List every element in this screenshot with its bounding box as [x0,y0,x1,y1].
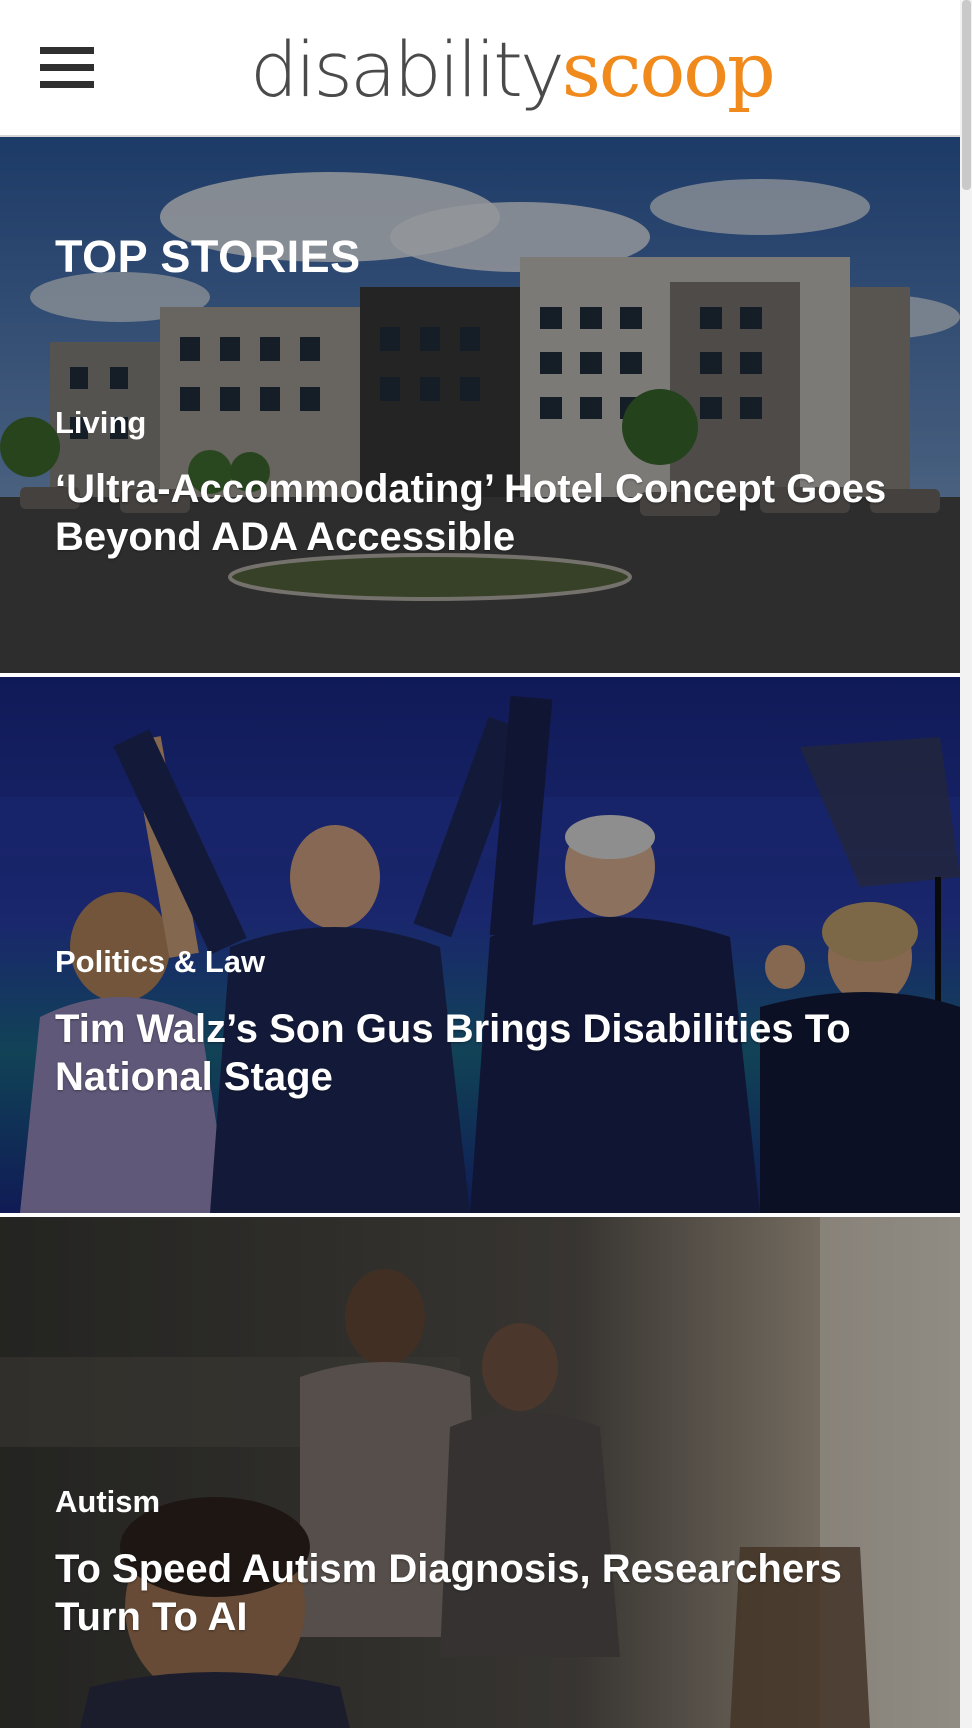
site-logo[interactable]: disabilityscoop [250,22,776,118]
scrollbar-thumb[interactable] [962,0,971,190]
story-category[interactable]: Autism [55,1484,160,1520]
story-headline[interactable]: Tim Walz’s Son Gus Brings Disabilities T… [55,1005,915,1101]
scrollbar[interactable] [960,0,972,1728]
logo-text-disability: disability [250,25,565,114]
section-title-top-stories: TOP STORIES [55,231,361,282]
story-card[interactable]: Autism To Speed Autism Diagnosis, Resear… [0,1217,960,1728]
story-category[interactable]: Living [55,405,146,441]
story-card[interactable]: Politics & Law Tim Walz’s Son Gus Brings… [0,677,960,1213]
story-card[interactable]: TOP STORIES Living ‘Ultra-Accommodating’… [0,137,960,673]
menu-bar [40,47,94,54]
menu-bar [40,64,94,71]
story-headline[interactable]: ‘Ultra-Accommodating’ Hotel Concept Goes… [55,465,915,561]
hamburger-menu-icon[interactable] [40,47,94,89]
story-category[interactable]: Politics & Law [55,944,265,980]
image-overlay [0,1217,960,1728]
story-headline[interactable]: To Speed Autism Diagnosis, Researchers T… [55,1545,915,1641]
page: disabilityscoop TOP STORIES Living ‘Ultr… [0,0,972,1728]
menu-bar [40,81,94,88]
logo-text-scoop: scoop [561,25,776,114]
site-header: disabilityscoop [0,0,960,137]
